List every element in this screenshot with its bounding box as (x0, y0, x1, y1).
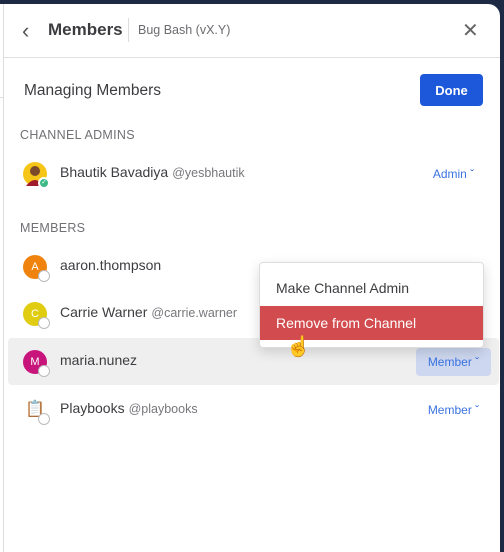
channel-name: Bug Bash (vX.Y) (138, 23, 231, 37)
member-name: aaron.thompson (60, 257, 162, 273)
make-channel-admin-item[interactable]: Make Channel Admin (260, 271, 483, 305)
offline-status-icon (38, 270, 50, 282)
member-name: Playbooks (60, 400, 125, 416)
offline-status-icon (38, 317, 50, 329)
hand-cursor-icon: ☝ (286, 336, 311, 358)
back-icon[interactable]: ‹ (22, 18, 29, 44)
section-title: Managing Members (24, 82, 161, 99)
role-dropdown[interactable]: Admin ˇ (416, 160, 491, 188)
role-dropdown[interactable]: Member ˇ (416, 396, 491, 424)
members-heading: MEMBERS (20, 221, 86, 235)
role-dropdown[interactable]: Member ˇ (416, 348, 491, 376)
member-row: ✓ Bhautik Bavadiya @yesbhautik Admin ˇ (8, 150, 499, 197)
member-name: Bhautik Bavadiya (60, 164, 169, 180)
member-name: Carrie Warner (60, 304, 148, 320)
online-status-icon: ✓ (38, 177, 50, 189)
done-button[interactable]: Done (420, 74, 483, 106)
member-name: maria.nunez (60, 352, 138, 368)
member-username: @yesbhautik (172, 166, 245, 180)
panel-header: ‹ Members Bug Bash (vX.Y) ✕ (4, 4, 500, 58)
offline-status-icon (38, 365, 50, 377)
panel-title: Members (48, 20, 123, 39)
divider (128, 18, 129, 42)
channel-admins-heading: CHANNEL ADMINS (20, 128, 135, 142)
member-username: @carrie.warner (151, 306, 238, 320)
close-icon[interactable]: ✕ (462, 18, 479, 43)
member-username: @playbooks (128, 402, 198, 416)
members-panel: ‹ Members Bug Bash (vX.Y) ✕ Managing Mem… (4, 4, 500, 552)
offline-status-icon (38, 413, 50, 425)
member-row: 📋 Playbooks @playbooks Member ˇ (8, 386, 499, 433)
